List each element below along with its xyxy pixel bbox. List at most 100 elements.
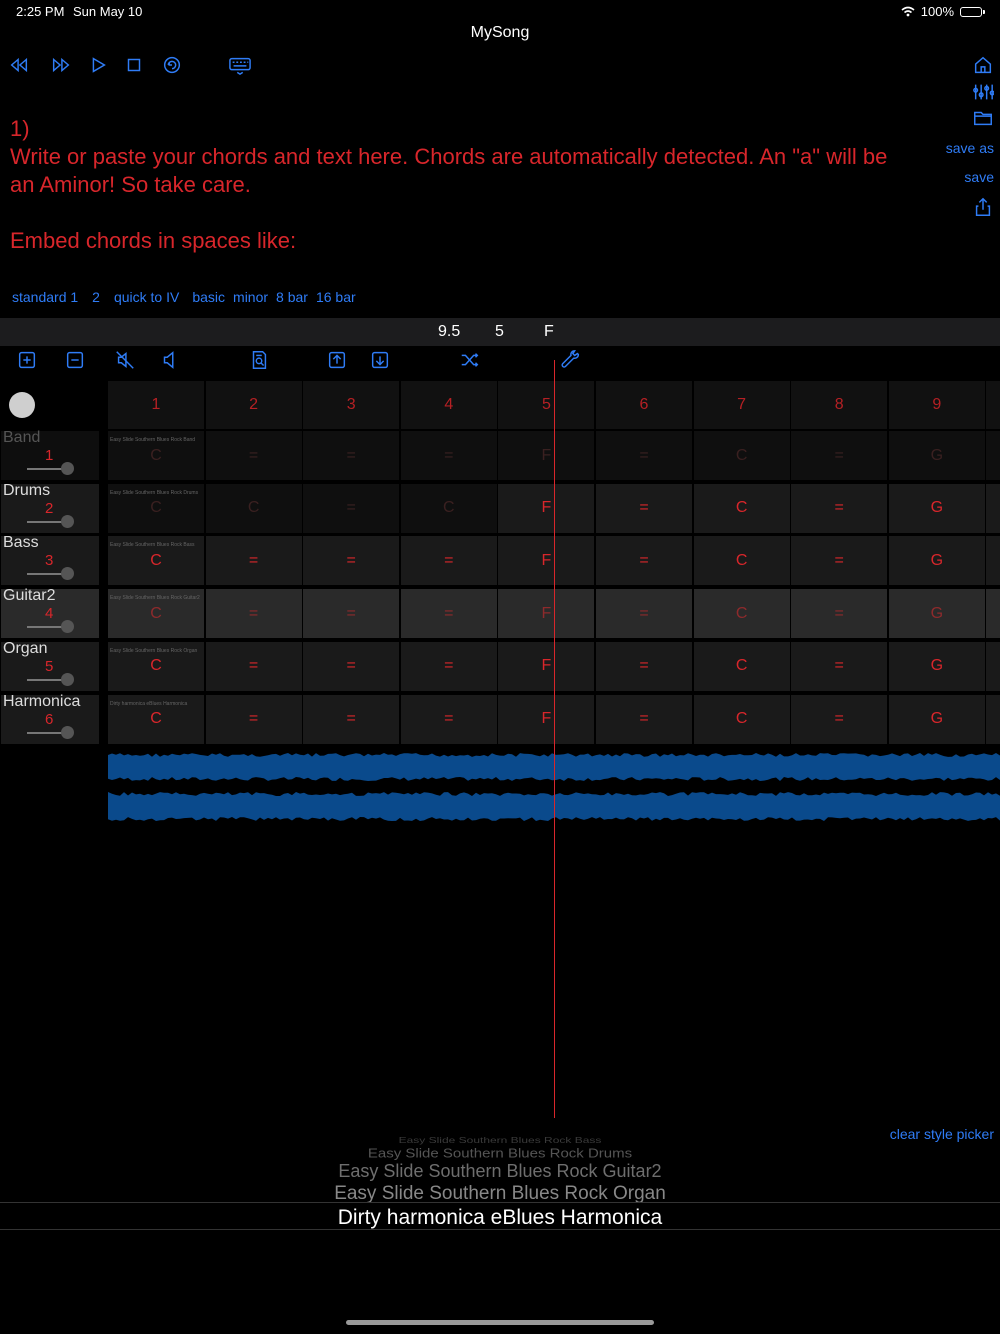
chord-cell[interactable]: = [303,483,400,533]
chord-cell[interactable]: C [693,694,790,744]
volume-knob[interactable] [61,567,74,581]
chord-cell[interactable]: = [205,641,302,691]
fast-forward-icon[interactable] [48,52,74,78]
volume-knob[interactable] [61,462,74,475]
chord-cell[interactable]: C Easy Slide Southern Blues Rock Bass [108,536,204,586]
chord-cell[interactable]: F [498,641,595,691]
style-option-selected[interactable]: Dirty harmonica eBlues Harmonica [0,1206,1000,1230]
play-icon[interactable] [85,52,111,78]
loop-icon[interactable] [159,52,185,78]
style-option[interactable]: Easy Slide Southern Blues Rock Drums [0,1146,1000,1160]
bar-number-header[interactable] [986,381,1000,429]
chord-cell[interactable]: = [791,641,888,691]
wrench-icon[interactable] [558,347,584,373]
template-16-bar[interactable]: 16 bar [316,289,356,305]
chord-cell[interactable]: = [303,431,400,480]
chord-cell[interactable]: C Easy Slide Southern Blues Rock Drums [108,483,204,533]
search-doc-icon[interactable] [246,347,272,373]
record-button[interactable] [9,392,35,418]
template-minor[interactable]: minor [233,289,268,305]
rewind-icon[interactable] [6,52,32,78]
style-option[interactable]: Easy Slide Southern Blues Rock Guitar2 [0,1161,1000,1182]
chord-cell[interactable]: = [303,536,400,586]
import-icon[interactable] [367,347,393,373]
chord-cell[interactable]: = [596,641,692,691]
chord-cell[interactable] [986,536,1000,586]
bar-number-header[interactable]: 2 [205,381,302,429]
bar-number-header[interactable]: 6 [596,381,692,429]
home-indicator[interactable] [346,1320,654,1325]
chord-cell[interactable]: C Easy Slide Southern Blues Rock Organ [108,641,204,691]
chord-cell[interactable]: = [791,483,888,533]
chord-cell[interactable]: C Easy Slide Southern Blues Rock Band [108,431,204,480]
chord-cell[interactable]: C [205,483,302,533]
chord-cell[interactable]: = [596,694,692,744]
chord-cell[interactable]: = [400,536,497,586]
chord-cell[interactable]: = [596,431,692,480]
stop-icon[interactable] [121,52,147,78]
chord-cell[interactable]: F [498,536,595,586]
template-8-bar[interactable]: 8 bar [276,289,308,305]
volume-knob[interactable] [61,725,74,739]
chord-cell[interactable]: C [693,589,790,639]
chord-cell[interactable]: = [303,641,400,691]
chord-cell[interactable] [986,589,1000,639]
chord-cell[interactable]: = [791,694,888,744]
bar-number-header[interactable]: 1 [108,381,204,429]
tracks-icon[interactable] [970,79,996,105]
track-header[interactable]: Harmonica 6 [1,693,99,744]
chord-cell[interactable]: = [400,694,497,744]
chord-cell[interactable]: = [596,589,692,639]
template-2[interactable]: 2 [92,289,100,305]
volume-knob[interactable] [61,514,74,528]
template-quick-to-iv[interactable]: quick to IV [114,289,179,305]
bar-number-header[interactable]: 4 [400,381,497,429]
chord-cell[interactable]: G [888,431,985,480]
track-header[interactable]: Band 1 [1,429,99,480]
save-button[interactable]: save [964,169,994,185]
template-basic[interactable]: basic [192,289,225,305]
chord-cell[interactable] [986,694,1000,744]
chord-text-editor[interactable]: 1) Write or paste your chords and text h… [10,115,930,255]
save-as-button[interactable]: save as [946,140,994,156]
home-icon[interactable] [970,52,996,78]
remove-track-icon[interactable] [62,347,88,373]
share-icon[interactable] [970,194,996,220]
chord-cell[interactable]: = [303,694,400,744]
chord-cell[interactable]: = [596,483,692,533]
chord-cell[interactable]: = [205,694,302,744]
chord-cell[interactable]: C [693,641,790,691]
speaker-icon[interactable] [157,347,183,373]
style-option[interactable]: Easy Slide Southern Blues Rock Bass [0,1135,1000,1145]
bar-number-header[interactable]: 5 [498,381,595,429]
chord-cell[interactable]: = [400,431,497,480]
chord-cell[interactable]: G [888,536,985,586]
chord-cell[interactable]: = [205,589,302,639]
track-header[interactable]: Guitar2 4 [1,587,99,639]
volume-knob[interactable] [61,672,74,686]
bar-number-header[interactable]: 8 [791,381,888,429]
mute-icon[interactable] [112,347,138,373]
chord-cell[interactable] [986,483,1000,533]
folder-icon[interactable] [970,105,996,131]
track-header[interactable]: Bass 3 [1,534,99,586]
volume-knob[interactable] [61,620,74,634]
chord-cell[interactable]: G [888,589,985,639]
chord-cell[interactable]: = [303,589,400,639]
chord-cell[interactable]: = [205,431,302,480]
chord-cell[interactable]: F [498,431,595,480]
chord-cell[interactable]: = [791,536,888,586]
track-header[interactable]: Drums 2 [1,482,99,533]
chord-cell[interactable]: G [888,483,985,533]
export-icon[interactable] [324,347,350,373]
chord-cell[interactable] [986,641,1000,691]
add-track-icon[interactable] [14,347,40,373]
chord-cell[interactable]: = [791,589,888,639]
chord-cell[interactable]: = [791,431,888,480]
chord-cell[interactable]: C [693,536,790,586]
chord-cell[interactable]: C [693,431,790,480]
bar-number-header[interactable]: 9 [888,381,985,429]
chord-cell[interactable]: C Easy Slide Southern Blues Rock Guitar2 [108,589,204,639]
chord-cell[interactable]: F [498,483,595,533]
chord-cell[interactable]: G [888,694,985,744]
